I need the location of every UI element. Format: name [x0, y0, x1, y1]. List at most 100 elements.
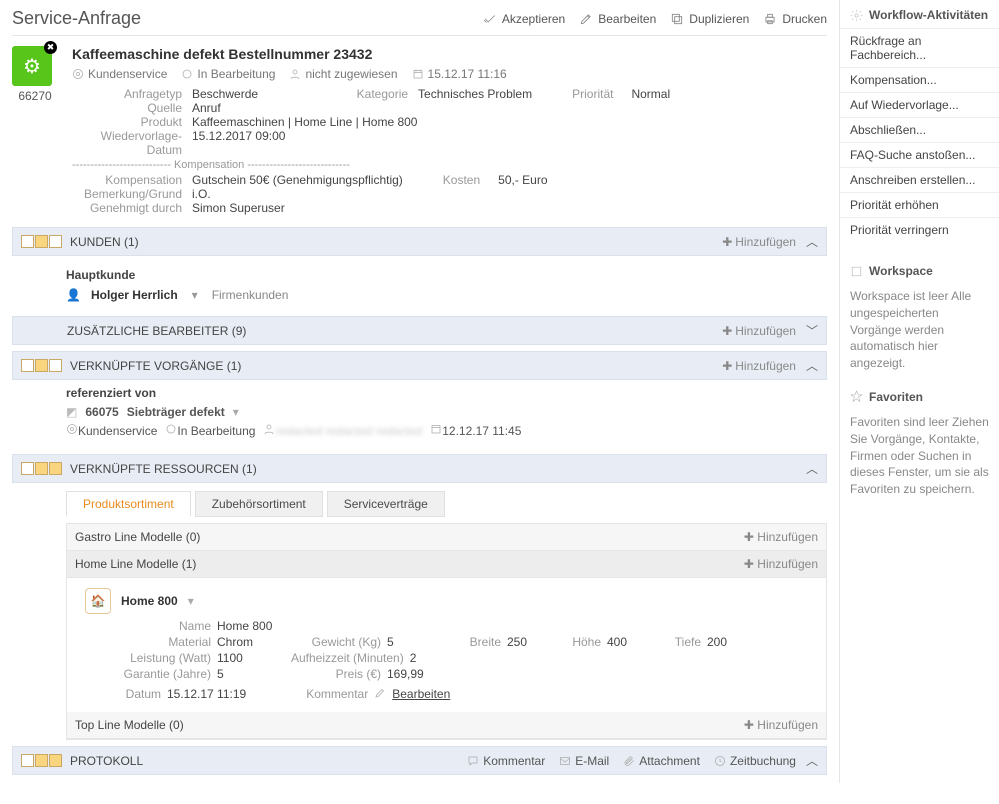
value-genehmigt: Simon Superuser: [192, 201, 285, 215]
section-verk-header[interactable]: VERKNÜPFTE VORGÄNGE (1) ✚ Hinzufügen ︿: [12, 351, 827, 380]
resource-group-gastro[interactable]: Gastro Line Modelle (0)✚ Hinzufügen: [67, 524, 826, 551]
sidebar-workflow-title: Workflow-Aktivitäten: [840, 0, 999, 28]
add-button[interactable]: ✚ Hinzufügen: [744, 530, 818, 544]
chevron-up-icon[interactable]: ︿: [806, 233, 818, 250]
workflow-item-5[interactable]: Anschreiben erstellen...: [840, 167, 999, 192]
workflow-item-6[interactable]: Priorität erhöhen: [840, 192, 999, 217]
record-title: Kaffeemaschine defekt Bestellnummer 2343…: [72, 46, 827, 62]
chevron-down-icon[interactable]: ▾: [192, 288, 198, 302]
add-button[interactable]: ✚ Hinzufügen: [744, 718, 818, 732]
tab-produktsortiment[interactable]: Produktsortiment: [66, 491, 191, 517]
section-kunden-title: KUNDEN (1): [70, 235, 139, 249]
sidebar-fav-title: Favoriten: [840, 382, 999, 410]
section-zusatz-header[interactable]: ZUSÄTZLICHE BEARBEITER (9) ✚ Hinzufügen …: [12, 316, 827, 345]
workflow-item-2[interactable]: Auf Wiedervorlage...: [840, 92, 999, 117]
view-icons[interactable]: [21, 462, 62, 475]
copy-icon: [670, 12, 684, 26]
pencil-icon: [374, 687, 386, 699]
view-icons[interactable]: [21, 359, 62, 372]
section-proto-title: PROTOKOLL: [70, 754, 143, 768]
chevron-up-icon[interactable]: ︿: [806, 357, 818, 374]
record-thumbnail: ⚙✖: [12, 46, 52, 86]
tab-servicevertraege[interactable]: Serviceverträge: [327, 491, 445, 517]
edit-button[interactable]: Bearbeiten: [579, 12, 656, 26]
spec-val: 15.12.17 11:19: [167, 687, 246, 701]
proto-time-button[interactable]: Zeitbuchung: [714, 754, 796, 768]
spec-val: 400: [607, 635, 627, 649]
edit-comment-link[interactable]: Bearbeiten: [392, 687, 450, 701]
calendar-icon: [412, 68, 424, 80]
gear-icon: [72, 68, 84, 80]
gear-icon: [850, 9, 863, 22]
workflow-item-7[interactable]: Priorität verringern: [840, 217, 999, 242]
spec-key: Höhe: [561, 635, 601, 649]
sidebar-workspace-title: Workspace: [840, 256, 999, 284]
linked-item-status: In Bearbeitung: [177, 424, 255, 438]
sidebar-workspace-text: Workspace ist leer Alle ungespeicherten …: [840, 284, 999, 382]
customer-row[interactable]: 👤 Holger Herrlich ▾ Firmenkunden: [66, 288, 821, 302]
chevron-up-icon[interactable]: ︿: [806, 460, 818, 477]
chevron-down-icon[interactable]: ▾: [233, 405, 239, 419]
kunden-add-button[interactable]: ✚ Hinzufügen: [722, 235, 796, 249]
section-verk-title: VERKNÜPFTE VORGÄNGE (1): [70, 359, 241, 373]
linked-item-name: Siebträger defekt: [127, 405, 225, 419]
value-bemerkung: i.O.: [192, 187, 211, 201]
print-button[interactable]: Drucken: [763, 12, 827, 26]
value-kategorie: Technisches Problem: [418, 87, 532, 101]
value-prio: Normal: [623, 87, 670, 101]
tab-zubehoersortiment[interactable]: Zubehörsortiment: [195, 491, 323, 517]
meta-date: 15.12.17 11:16: [412, 67, 507, 81]
linked-item-row[interactable]: ◩ 66075 Siebträger defekt ▾: [66, 405, 821, 419]
value-anfragetyp: Beschwerde: [192, 87, 258, 101]
chevron-down-icon[interactable]: ▾: [188, 594, 194, 608]
spec-key: Garantie (Jahre): [121, 667, 211, 681]
label-genehmigt: Genehmigt durch: [72, 201, 192, 215]
label-kosten: Kosten: [443, 173, 490, 187]
meta-type: Kundenservice: [72, 67, 167, 81]
page-title: Service-Anfrage: [12, 8, 141, 29]
section-kunden-header[interactable]: KUNDEN (1) ✚ Hinzufügen ︿: [12, 227, 827, 256]
spec-val: 2: [410, 651, 417, 665]
workflow-item-1[interactable]: Kompensation...: [840, 67, 999, 92]
spec-key: Datum: [121, 687, 161, 701]
chevron-up-icon[interactable]: ︿: [806, 752, 818, 769]
label-kompensation: Kompensation: [72, 173, 192, 187]
workflow-item-4[interactable]: FAQ-Suche anstoßen...: [840, 142, 999, 167]
status-icon: [181, 68, 193, 80]
value-produkt: Kaffeemaschinen | Home Line | Home 800: [192, 115, 417, 129]
workflow-item-0[interactable]: Rückfrage an Fachbereich...: [840, 28, 999, 67]
kunden-subhead: Hauptkunde: [66, 268, 821, 282]
workspace-icon: [850, 265, 863, 278]
proto-email-button[interactable]: E-Mail: [559, 754, 609, 768]
spec-val: Home 800: [217, 619, 272, 633]
view-icons[interactable]: [21, 235, 62, 248]
verk-add-button[interactable]: ✚ Hinzufügen: [722, 359, 796, 373]
user-icon: [289, 68, 301, 80]
view-icons[interactable]: [21, 754, 62, 767]
spec-key: Kommentar: [306, 687, 368, 701]
label-quelle: Quelle: [72, 101, 192, 115]
mail-icon: [559, 755, 571, 767]
proto-attach-button[interactable]: Attachment: [623, 754, 700, 768]
section-protokoll-header[interactable]: PROTOKOLL Kommentar E-Mail Attachment Ze…: [12, 746, 827, 775]
spec-key: Tiefe: [661, 635, 701, 649]
spec-key: Breite: [461, 635, 501, 649]
proto-comment-button[interactable]: Kommentar: [467, 754, 545, 768]
resource-group-homeline[interactable]: Home Line Modelle (1)✚ Hinzufügen: [67, 551, 826, 578]
chevron-down-icon[interactable]: ﹀: [806, 322, 818, 339]
gear-icon: [66, 423, 78, 435]
linked-item-redacted: redacted redacted redacted: [275, 424, 422, 438]
workflow-item-3[interactable]: Abschließen...: [840, 117, 999, 142]
section-res-header[interactable]: VERKNÜPFTE RESSOURCEN (1) ︿: [12, 454, 827, 483]
add-button[interactable]: ✚ Hinzufügen: [744, 557, 818, 571]
ref-by-label: referenziert von: [66, 386, 821, 400]
label-produkt: Produkt: [72, 115, 192, 129]
accept-button[interactable]: Akzeptieren: [483, 12, 565, 26]
duplicate-button[interactable]: Duplizieren: [670, 12, 749, 26]
resource-group-topline[interactable]: Top Line Modelle (0)✚ Hinzufügen: [67, 712, 826, 739]
zusatz-add-button[interactable]: ✚ Hinzufügen: [722, 324, 796, 338]
label-prio: Priorität: [572, 87, 623, 101]
product-title: Home 800: [121, 594, 178, 608]
spec-key: Name: [121, 619, 211, 633]
customer-kind: Firmenkunden: [212, 288, 289, 302]
